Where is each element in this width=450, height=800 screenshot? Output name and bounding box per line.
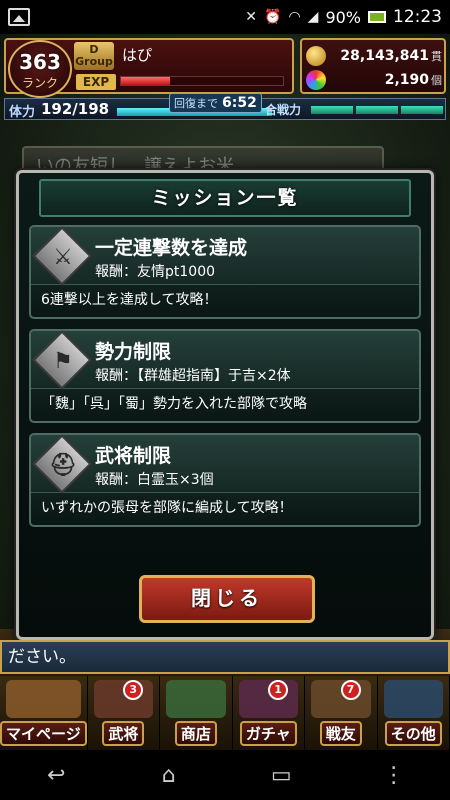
power-gauge xyxy=(311,106,443,114)
mission-title: 勢力制限 xyxy=(95,341,172,363)
player-panel[interactable]: 363 ランク D Group はぴ EXP xyxy=(4,38,294,98)
nav-label: その他 xyxy=(384,721,442,746)
mission-item: ⚔ 一定連撃数を達成 報酬：友情pt1000 6連撃以上を達成して攻略！ xyxy=(29,225,421,319)
coin-icon xyxy=(306,46,326,66)
mission-description: いずれかの張母を部隊に編成して攻略！ xyxy=(41,500,293,516)
stamina-bar: 体力 192/198 回復まで 6:52 合戦力 xyxy=(4,93,446,120)
recover-time: 6:52 xyxy=(222,95,257,111)
power-label: 合戦力 xyxy=(265,103,302,117)
nav-shop[interactable]: 商店 xyxy=(160,676,233,750)
back-icon[interactable]: ↩ xyxy=(36,760,76,790)
nav-label: マイページ xyxy=(0,721,87,746)
home-icon[interactable]: ⌂ xyxy=(149,760,189,790)
nav-generals[interactable]: 3 武将 xyxy=(88,676,161,750)
mission-reward: 報酬：白霊玉×3個 xyxy=(95,472,214,488)
battery-icon xyxy=(368,11,386,23)
clock: 12:23 xyxy=(393,7,442,27)
mission-header: ⚑ 勢力制限 報酬：【群雄超指南】于吉×2体 xyxy=(31,330,419,390)
mission-header: ⚔ 一定連撃数を達成 報酬：友情pt1000 xyxy=(31,226,419,286)
system-nav-bar: ↩ ⌂ ▭ ⋮ xyxy=(0,750,450,800)
mission-reward: 報酬：友情pt1000 xyxy=(95,264,216,280)
mission-reward: 報酬：【群雄超指南】于吉×2体 xyxy=(95,368,291,384)
recover-label: 回復まで xyxy=(174,97,218,110)
rank-badge: 363 ランク xyxy=(8,40,72,98)
mission-title: 一定連撃数を達成 xyxy=(95,237,248,259)
gem-value: 2,190 xyxy=(384,72,429,88)
dialog-title: ミッション一覧 xyxy=(39,179,411,217)
mission-title: 武将制限 xyxy=(95,445,172,467)
game-screen: 363 ランク D Group はぴ EXP 28,143,841 貫 2,19… xyxy=(0,34,450,750)
mission-header: ⛑ 武将制限 報酬：白霊玉×3個 xyxy=(31,434,419,494)
mission-dialog: ミッション一覧 ⚔ 一定連撃数を達成 報酬：友情pt1000 6連撃以上を達成し… xyxy=(16,170,434,640)
group-badge: D Group xyxy=(74,42,114,70)
message-bar: ださい。 xyxy=(0,640,450,674)
exp-label: EXP xyxy=(76,74,116,90)
mission-item: ⚑ 勢力制限 報酬：【群雄超指南】于吉×2体 「魏」「呉」「蜀」勢力を入れた部隊… xyxy=(29,329,421,423)
rank-label: ランク xyxy=(21,76,58,90)
nav-label: 商店 xyxy=(174,721,217,746)
recents-icon[interactable]: ▭ xyxy=(261,760,301,790)
mission-description: 「魏」「呉」「蜀」勢力を入れた部隊で攻略 xyxy=(41,396,307,412)
player-name: はぴ xyxy=(122,46,153,64)
signal-icon: ◢ xyxy=(307,9,319,25)
coin-row: 28,143,841 貫 xyxy=(306,44,442,68)
notification-badge: 1 xyxy=(268,680,289,700)
currency-panel[interactable]: 28,143,841 貫 2,190 個 xyxy=(300,38,446,94)
bottom-nav: マイページ 3 武将 商店 1 ガチャ 7 戦友 その他 xyxy=(0,676,450,750)
stamina-value: 192/198 xyxy=(41,100,110,118)
wifi-icon: ◠ xyxy=(288,9,301,25)
other-icon xyxy=(383,680,443,718)
sword-icon: ⚔ xyxy=(53,244,73,270)
nav-label: ガチャ xyxy=(239,721,297,746)
gem-icon xyxy=(306,70,326,90)
menu-icon[interactable]: ⋮ xyxy=(374,760,414,790)
coin-value: 28,143,841 xyxy=(340,48,429,64)
nav-gacha[interactable]: 1 ガチャ xyxy=(233,676,306,750)
nav-other[interactable]: その他 xyxy=(378,676,450,750)
gem-unit: 個 xyxy=(431,74,442,87)
shop-icon xyxy=(166,680,226,718)
close-button[interactable]: 閉じる xyxy=(139,575,315,623)
status-bar: ✕ ⏰ ◠ ◢ 90% 12:23 xyxy=(0,0,450,34)
flag-icon: ⚑ xyxy=(53,348,73,374)
exp-bar xyxy=(120,76,284,86)
nav-friends[interactable]: 7 戦友 xyxy=(305,676,378,750)
stamina-label: 体力 xyxy=(9,105,36,120)
gem-row: 2,190 個 xyxy=(306,68,442,92)
exp-fill xyxy=(121,77,170,85)
nav-label: 戦友 xyxy=(319,721,362,746)
coin-unit: 貫 xyxy=(431,50,442,63)
nav-label: 武将 xyxy=(102,721,145,746)
nav-mypage[interactable]: マイページ xyxy=(0,676,88,750)
alarm-icon: ⏰ xyxy=(264,9,282,25)
gallery-icon xyxy=(8,8,30,26)
mypage-icon xyxy=(6,680,81,718)
recover-timer: 回復まで 6:52 xyxy=(169,93,262,113)
notification-badge: 7 xyxy=(340,680,361,700)
battery-percent: 90% xyxy=(325,7,361,27)
rank-value: 363 xyxy=(19,50,61,74)
mission-item: ⛑ 武将制限 報酬：白霊玉×3個 いずれかの張母を部隊に編成して攻略！ xyxy=(29,433,421,527)
mission-description: 6連撃以上を達成して攻略！ xyxy=(41,292,218,308)
mute-icon: ✕ xyxy=(245,9,257,25)
helmet-icon: ⛑ xyxy=(49,452,77,478)
